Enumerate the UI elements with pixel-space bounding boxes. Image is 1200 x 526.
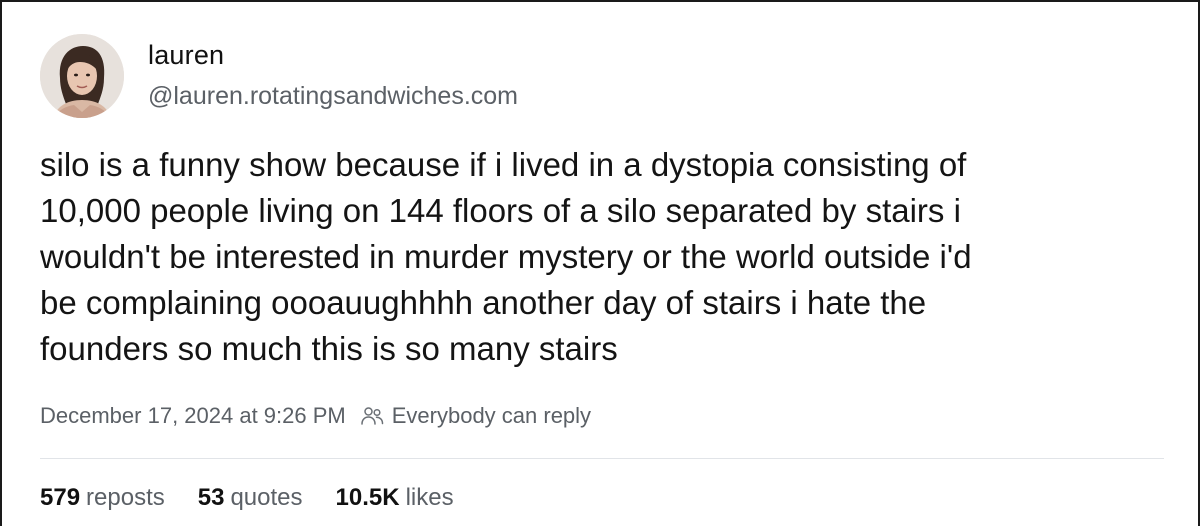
- quotes-label: quotes: [230, 484, 303, 511]
- avatar[interactable]: [40, 34, 124, 118]
- people-icon: [360, 405, 384, 427]
- likes-count: 10.5K: [335, 484, 400, 511]
- quotes-stat[interactable]: 53 quotes: [198, 484, 303, 512]
- user-handle[interactable]: @lauren.rotatingsandwiches.com: [148, 82, 518, 111]
- likes-stat[interactable]: 10.5K likes: [336, 484, 454, 512]
- post-timestamp[interactable]: December 17, 2024 at 9:26 PM: [40, 403, 346, 429]
- post-text: silo is a funny show because if i lived …: [40, 142, 1170, 372]
- avatar-photo-icon: [40, 34, 124, 118]
- post-meta: December 17, 2024 at 9:26 PM Everybody c…: [40, 403, 591, 429]
- reposts-stat[interactable]: 579 reposts: [40, 484, 165, 512]
- reposts-count: 579: [40, 484, 81, 511]
- post-text-line: silo is a funny show because if i lived …: [40, 146, 967, 183]
- post-text-line: be complaining oooauughhhh another day o…: [40, 284, 927, 321]
- engagement-stats: 579 reposts 53 quotes 10.5K likes: [40, 484, 487, 512]
- divider: [40, 458, 1164, 459]
- display-name[interactable]: lauren: [148, 40, 224, 71]
- likes-label: likes: [405, 484, 454, 511]
- reposts-label: reposts: [86, 484, 165, 511]
- post-text-line: 10,000 people living on 144 floors of a …: [40, 192, 961, 229]
- post-text-line: founders so much this is so many stairs: [40, 330, 618, 367]
- quotes-count: 53: [197, 484, 225, 511]
- post-card: lauren @lauren.rotatingsandwiches.com si…: [0, 0, 1200, 526]
- reply-setting[interactable]: Everybody can reply: [392, 403, 591, 429]
- post-text-line: wouldn't be interested in murder mystery…: [40, 238, 972, 275]
